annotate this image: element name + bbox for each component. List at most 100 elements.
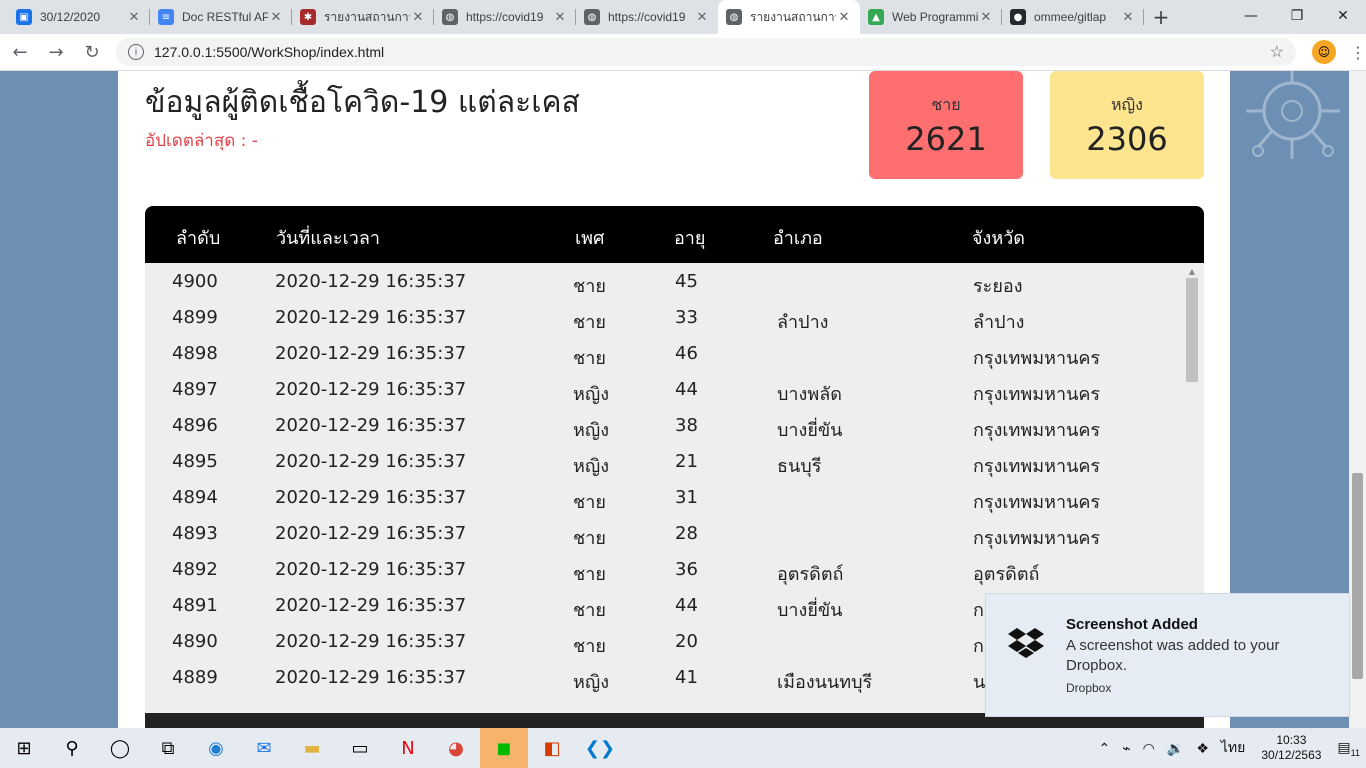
office-icon[interactable]: ◧ bbox=[528, 728, 576, 768]
tab-favicon-icon: ≡ bbox=[158, 9, 174, 25]
volume-icon[interactable]: 🔉 bbox=[1167, 740, 1184, 757]
browser-tab[interactable]: ◍ https://covid19 ✕ bbox=[576, 0, 718, 34]
cell-province: กรุงเทพมหานคร bbox=[973, 492, 1101, 513]
male-count: 2621 bbox=[905, 120, 987, 158]
tab-favicon-icon: ▣ bbox=[16, 9, 32, 25]
tab-close-icon[interactable]: ✕ bbox=[126, 10, 142, 25]
tab-favicon-icon: ◍ bbox=[584, 9, 600, 25]
usb-icon[interactable]: ⌁ bbox=[1122, 740, 1130, 757]
tab-close-icon[interactable]: ✕ bbox=[836, 10, 852, 25]
browser-toolbar: ← → ↻ i 127.0.0.1:5500/WorkShop/index.ht… bbox=[0, 34, 1366, 71]
cell-district: บางยี่ขัน bbox=[777, 420, 843, 441]
page-scrollbar[interactable] bbox=[1349, 71, 1366, 728]
cell-province: ระยอง bbox=[973, 276, 1023, 297]
tab-close-icon[interactable]: ✕ bbox=[694, 10, 710, 25]
dropbox-notification[interactable]: Screenshot Added A screenshot was added … bbox=[986, 594, 1349, 716]
info-icon[interactable]: i bbox=[128, 44, 144, 60]
cell-age: 46 bbox=[675, 343, 698, 364]
profile-avatar[interactable]: ☺ bbox=[1312, 40, 1336, 64]
forward-icon[interactable]: → bbox=[40, 36, 72, 68]
cell-gender: หญิง bbox=[573, 672, 609, 693]
notification-center-icon[interactable]: ▤11 bbox=[1337, 739, 1360, 758]
cell-order: 4889 bbox=[172, 667, 218, 688]
file-explorer-icon[interactable]: ▬ bbox=[288, 728, 336, 768]
cell-datetime: 2020-12-29 16:35:37 bbox=[275, 631, 467, 652]
tab-close-icon[interactable]: ✕ bbox=[978, 10, 994, 25]
system-tray: ⌃ ⌁ ◠ 🔉 ❖ ไทย 10:33 30/12/2563 ▤11 bbox=[1092, 728, 1366, 768]
tab-title: Web Programming bbox=[892, 10, 978, 24]
chevron-up-icon[interactable]: ⌃ bbox=[1098, 740, 1110, 757]
vscode-icon[interactable]: ❮❯ bbox=[576, 728, 624, 768]
table-row: 4895 2020-12-29 16:35:37 หญิง 21 ธนบุรี กรุงเ… bbox=[145, 443, 1204, 479]
cell-district: บางยี่ขัน bbox=[777, 600, 843, 621]
minimize-icon[interactable]: — bbox=[1228, 0, 1274, 32]
netflix-icon[interactable]: N bbox=[384, 728, 432, 768]
male-label: ชาย bbox=[931, 95, 961, 114]
dropbox-icon bbox=[1008, 628, 1044, 658]
cell-datetime: 2020-12-29 16:35:37 bbox=[275, 343, 467, 364]
table-scroll-thumb[interactable] bbox=[1186, 278, 1198, 382]
cell-district: อุตรดิตถ์ bbox=[777, 564, 844, 585]
input-language[interactable]: ไทย bbox=[1221, 737, 1245, 759]
tab-list: ▣ 30/12/2020 ✕ ≡ Doc RESTful API ✕ ✱ รายงานสถาน… bbox=[8, 0, 1144, 34]
browser-tab[interactable]: ◍ รายงานสถานการณ์✕ bbox=[718, 0, 860, 34]
page-scroll-thumb[interactable] bbox=[1352, 473, 1363, 679]
cell-datetime: 2020-12-29 16:35:37 bbox=[275, 379, 467, 400]
female-count: 2306 bbox=[1086, 120, 1168, 158]
browser-tab[interactable]: ▲ Web Programming✕ bbox=[860, 0, 1002, 34]
table-row: 4897 2020-12-29 16:35:37 หญิง 44 บางพลัด กรุง… bbox=[145, 371, 1204, 407]
edge-icon[interactable]: ◉ bbox=[192, 728, 240, 768]
cell-order: 4892 bbox=[172, 559, 218, 580]
bookmark-star-icon[interactable]: ☆ bbox=[1270, 42, 1284, 62]
cell-order: 4899 bbox=[172, 307, 218, 328]
table-row: 4894 2020-12-29 16:35:37 ชาย 31 กรุงเทพมหานค… bbox=[145, 479, 1204, 515]
task-view-icon[interactable]: ⧉ bbox=[144, 728, 192, 768]
cell-datetime: 2020-12-29 16:35:37 bbox=[275, 271, 467, 292]
tab-close-icon[interactable]: ✕ bbox=[1120, 10, 1136, 25]
browser-tab[interactable]: ● ommee/gitlap ✕ bbox=[1002, 0, 1144, 34]
line-icon[interactable]: ◼ bbox=[480, 728, 528, 768]
cell-province: กรุงเทพมหานคร bbox=[973, 528, 1101, 549]
cell-district: เมืองนนทบุรี bbox=[777, 672, 873, 693]
table-row: 4893 2020-12-29 16:35:37 ชาย 28 กรุงเทพมหานค… bbox=[145, 515, 1204, 551]
chrome-icon[interactable]: ◕ bbox=[432, 728, 480, 768]
wifi-icon[interactable]: ◠ bbox=[1143, 740, 1155, 757]
search-icon[interactable]: ⚲ bbox=[48, 728, 96, 768]
mail-icon[interactable]: ✉ bbox=[240, 728, 288, 768]
table-row: 4892 2020-12-29 16:35:37 ชาย 36 อุตรดิตถ์ อุต… bbox=[145, 551, 1204, 587]
tab-close-icon[interactable]: ✕ bbox=[552, 10, 568, 25]
new-tab-button[interactable]: + bbox=[1144, 0, 1178, 34]
female-label: หญิง bbox=[1111, 95, 1143, 114]
browser-tab[interactable]: ✱ รายงานสถานการณ์✕ bbox=[292, 0, 434, 34]
cell-province: อุตรดิตถ์ bbox=[973, 564, 1040, 585]
cell-province: กรุงเทพมหานคร bbox=[973, 456, 1101, 477]
tab-title: https://covid19 bbox=[466, 10, 544, 24]
maximize-icon[interactable]: ❐ bbox=[1274, 0, 1320, 32]
browser-menu-icon[interactable]: ⋮ bbox=[1350, 43, 1366, 62]
dropbox-tray-icon[interactable]: ❖ bbox=[1196, 740, 1209, 757]
back-icon[interactable]: ← bbox=[4, 36, 36, 68]
clock[interactable]: 10:33 30/12/2563 bbox=[1261, 733, 1321, 763]
tab-close-icon[interactable]: ✕ bbox=[268, 10, 284, 25]
reload-icon[interactable]: ↻ bbox=[76, 36, 108, 68]
close-window-icon[interactable]: ✕ bbox=[1320, 0, 1366, 32]
scroll-up-icon[interactable]: ▲ bbox=[1186, 267, 1198, 276]
address-bar[interactable]: i 127.0.0.1:5500/WorkShop/index.html ☆ bbox=[116, 38, 1296, 66]
tab-close-icon[interactable]: ✕ bbox=[410, 10, 426, 25]
cell-gender: ชาย bbox=[573, 312, 606, 333]
browser-tab[interactable]: ≡ Doc RESTful API ✕ bbox=[150, 0, 292, 34]
header-province: จังหวัด bbox=[972, 228, 1025, 249]
url-text[interactable]: 127.0.0.1:5500/WorkShop/index.html bbox=[154, 44, 1270, 60]
browser-tab[interactable]: ◍ https://covid19 ✕ bbox=[434, 0, 576, 34]
cell-gender: ชาย bbox=[573, 528, 606, 549]
cell-order: 4900 bbox=[172, 271, 218, 292]
cell-datetime: 2020-12-29 16:35:37 bbox=[275, 307, 467, 328]
table-header: ลำดับ วันที่และเวลา เพศ อายุ อำเภอ จังหว… bbox=[145, 206, 1204, 263]
terminal-icon[interactable]: ▭ bbox=[336, 728, 384, 768]
cell-age: 36 bbox=[675, 559, 698, 580]
browser-tab[interactable]: ▣ 30/12/2020 ✕ bbox=[8, 0, 150, 34]
notification-body: A screenshot was added to your Dropbox. bbox=[1066, 637, 1280, 674]
windows-start-icon[interactable]: ⊞ bbox=[0, 728, 48, 768]
cortana-icon[interactable]: ◯ bbox=[96, 728, 144, 768]
cell-order: 4896 bbox=[172, 415, 218, 436]
